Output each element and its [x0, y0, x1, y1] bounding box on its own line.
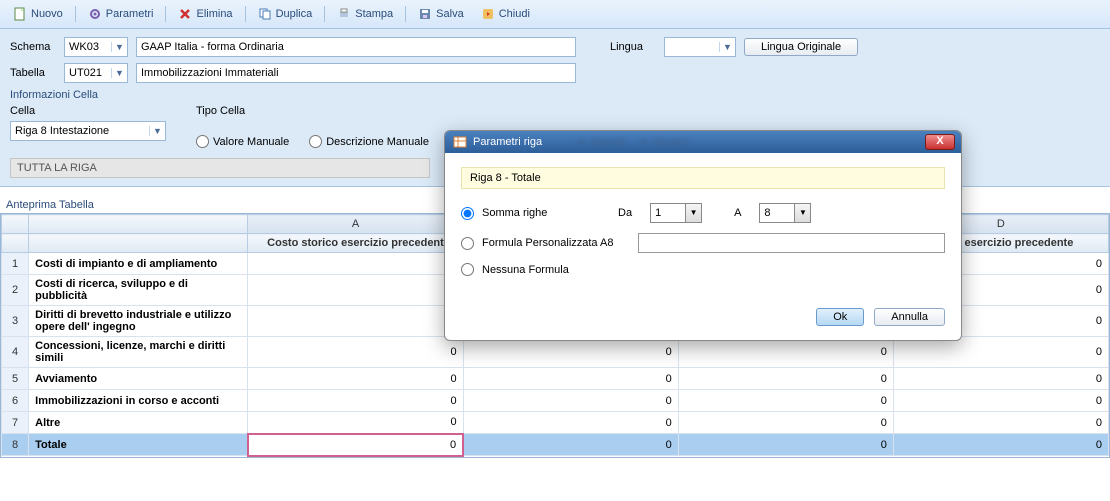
- cell[interactable]: 0: [678, 434, 893, 456]
- formula-field[interactable]: [638, 233, 945, 253]
- tabella-code-combo[interactable]: ▼: [64, 63, 128, 83]
- cell[interactable]: 0: [678, 412, 893, 434]
- row-label[interactable]: Altre: [29, 412, 248, 434]
- row-label[interactable]: Totale: [29, 434, 248, 456]
- chevron-down-icon: ▼: [685, 204, 701, 222]
- save-icon: [418, 7, 432, 21]
- somma-righe-radio[interactable]: [461, 207, 474, 220]
- schema-desc-field[interactable]: [136, 37, 576, 57]
- row-number[interactable]: 1: [2, 253, 29, 275]
- a-combo[interactable]: ▼: [759, 203, 811, 223]
- cell[interactable]: 0: [463, 368, 678, 390]
- print-icon: [337, 7, 351, 21]
- descrizione-manuale-radio[interactable]: Descrizione Manuale: [309, 135, 429, 148]
- cell[interactable]: [248, 275, 463, 306]
- row-number[interactable]: 7: [2, 412, 29, 434]
- toolbar: Nuovo Parametri Elimina Duplica Stampa S…: [0, 0, 1110, 29]
- print-button[interactable]: Stampa: [330, 4, 400, 24]
- col-header: Costo storico esercizio precedent: [248, 234, 463, 253]
- cell[interactable]: 0: [463, 412, 678, 434]
- row-label[interactable]: Immobilizzazioni in corso e acconti: [29, 390, 248, 412]
- valore-manuale-radio[interactable]: Valore Manuale: [196, 135, 289, 148]
- row-label[interactable]: Costi di ricerca, sviluppo e di pubblici…: [29, 275, 248, 306]
- params-button[interactable]: Parametri: [81, 4, 161, 24]
- schema-code-combo[interactable]: ▼: [64, 37, 128, 57]
- chevron-down-icon: ▼: [111, 68, 127, 78]
- delete-icon: [178, 7, 192, 21]
- cella-combo[interactable]: ▼: [10, 121, 166, 141]
- cell[interactable]: 0: [248, 368, 463, 390]
- ok-button[interactable]: Ok: [816, 308, 864, 326]
- annulla-button[interactable]: Annulla: [874, 308, 945, 326]
- cell[interactable]: 0: [678, 368, 893, 390]
- duplicate-icon: [258, 7, 272, 21]
- cell[interactable]: 0: [248, 434, 463, 456]
- cell[interactable]: 0: [678, 337, 893, 368]
- new-icon: [13, 7, 27, 21]
- lingua-label: Lingua: [610, 41, 656, 53]
- col-letter[interactable]: A: [248, 215, 463, 234]
- table-icon: [453, 135, 467, 149]
- save-button[interactable]: Salva: [411, 4, 471, 24]
- nessuna-formula-radio[interactable]: [461, 263, 474, 276]
- cell[interactable]: 0: [463, 434, 678, 456]
- cell[interactable]: 0: [893, 337, 1108, 368]
- lingua-originale-button[interactable]: Lingua Originale: [744, 38, 858, 56]
- cell[interactable]: 0: [893, 412, 1108, 434]
- schema-label: Schema: [10, 41, 56, 53]
- chevron-down-icon: ▼: [794, 204, 810, 222]
- cell[interactable]: 0: [248, 390, 463, 412]
- cell[interactable]: 0: [248, 337, 463, 368]
- row-label[interactable]: Avviamento: [29, 368, 248, 390]
- cell[interactable]: 0: [463, 337, 678, 368]
- row-number[interactable]: 3: [2, 306, 29, 337]
- row-number[interactable]: 8: [2, 434, 29, 456]
- close-icon: [481, 7, 495, 21]
- dialog-titlebar[interactable]: Parametri riga ● blurred ● blurred X: [445, 131, 961, 153]
- da-combo[interactable]: ▼: [650, 203, 702, 223]
- lingua-combo[interactable]: ▼: [664, 37, 736, 57]
- cella-label: Cella: [10, 105, 166, 117]
- chevron-down-icon: ▼: [111, 42, 127, 52]
- row-label[interactable]: Concessioni, licenze, marchi e diritti s…: [29, 337, 248, 368]
- cell[interactable]: 0: [463, 390, 678, 412]
- cell[interactable]: 0: [248, 412, 463, 434]
- info-cella-label: Informazioni Cella: [10, 89, 1100, 101]
- dialog-close-button[interactable]: X: [925, 134, 955, 150]
- row-number[interactable]: 6: [2, 390, 29, 412]
- cell[interactable]: 0: [678, 390, 893, 412]
- cell[interactable]: [248, 253, 463, 275]
- new-button[interactable]: Nuovo: [6, 4, 70, 24]
- cell[interactable]: 0: [893, 434, 1108, 456]
- parametri-riga-dialog: Parametri riga ● blurred ● blurred X Rig…: [444, 130, 962, 341]
- row-number[interactable]: 5: [2, 368, 29, 390]
- tutta-riga-field: TUTTA LA RIGA: [10, 158, 430, 178]
- gear-icon: [88, 7, 102, 21]
- tipo-cella-label: Tipo Cella: [196, 105, 429, 117]
- cell[interactable]: 0: [893, 390, 1108, 412]
- close-button[interactable]: Chiudi: [474, 4, 537, 24]
- cell[interactable]: [248, 306, 463, 337]
- row-number[interactable]: 4: [2, 337, 29, 368]
- chevron-down-icon: ▼: [719, 42, 735, 52]
- cell[interactable]: 0: [893, 368, 1108, 390]
- formula-radio[interactable]: [461, 237, 474, 250]
- dialog-title: Parametri riga: [473, 136, 542, 148]
- delete-button[interactable]: Elimina: [171, 4, 239, 24]
- row-label[interactable]: Costi di impianto e di ampliamento: [29, 253, 248, 275]
- duplicate-button[interactable]: Duplica: [251, 4, 320, 24]
- chevron-down-icon: ▼: [149, 126, 165, 136]
- tabella-desc-field[interactable]: [136, 63, 576, 83]
- row-name-field: Riga 8 - Totale: [461, 167, 945, 189]
- row-number[interactable]: 2: [2, 275, 29, 306]
- tabella-label: Tabella: [10, 67, 56, 79]
- row-label[interactable]: Diritti di brevetto industriale e utiliz…: [29, 306, 248, 337]
